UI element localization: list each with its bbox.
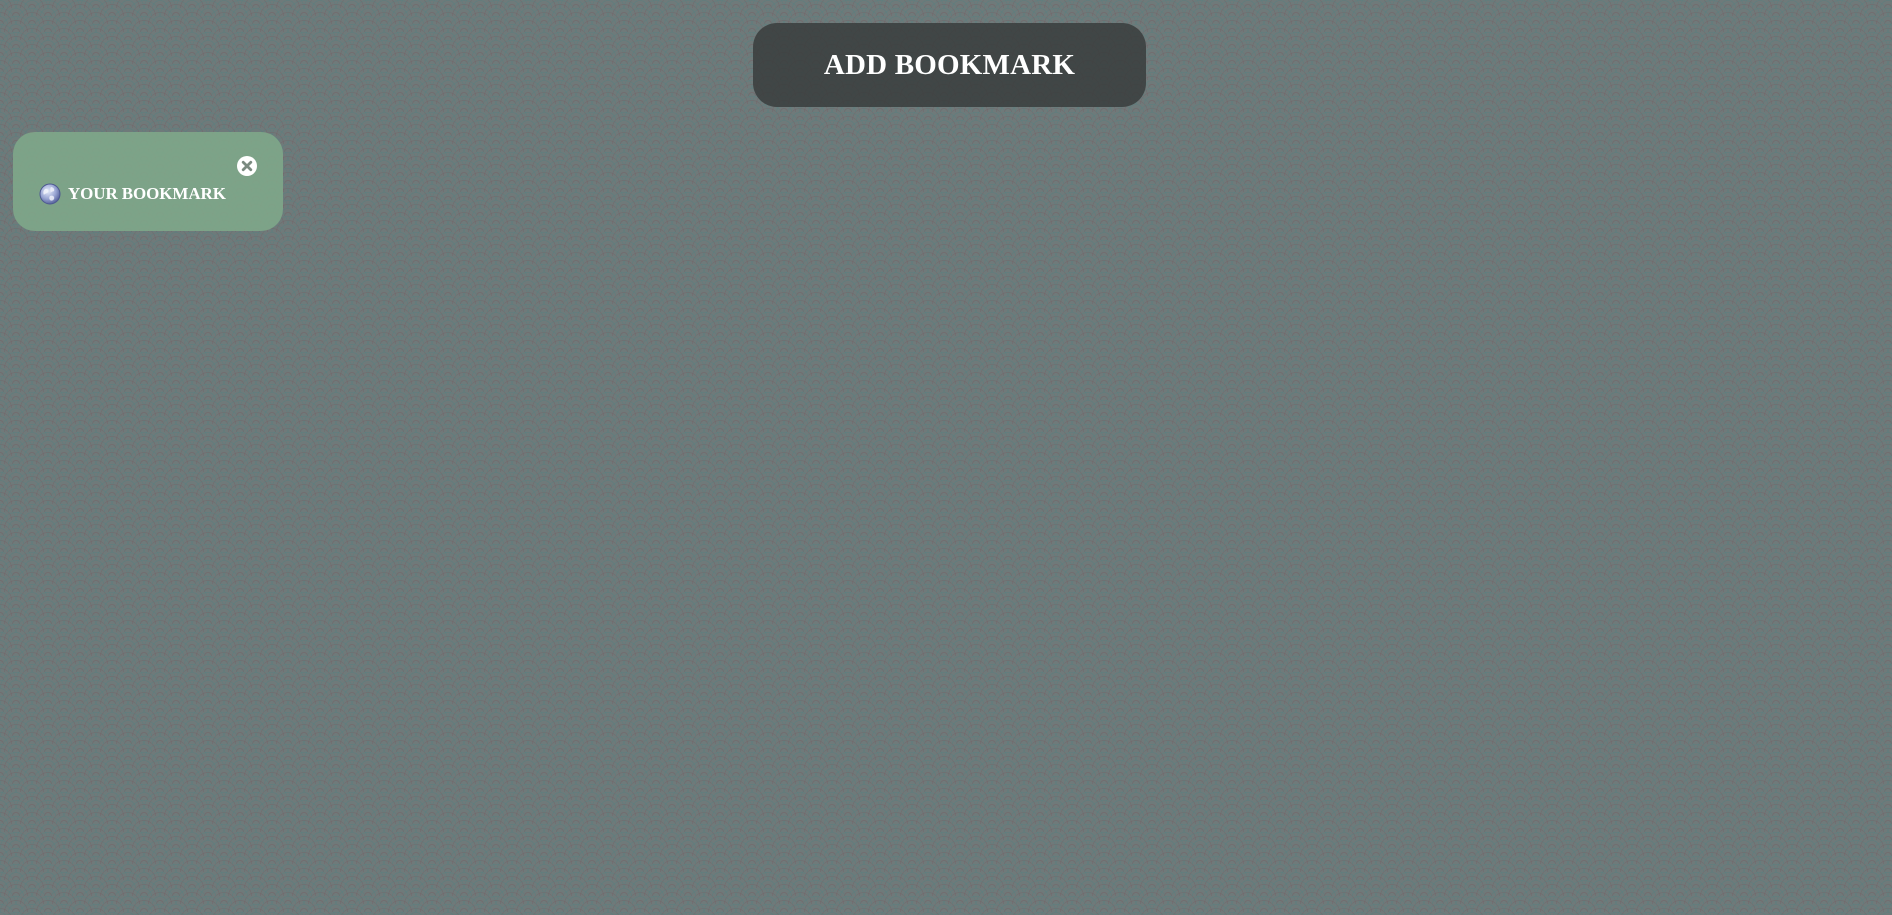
bookmark-card[interactable]: YOUR BOOKMARK [13,132,283,231]
bookmark-link[interactable]: YOUR BOOKMARK [39,183,226,205]
add-bookmark-button[interactable]: ADD BOOKMARK [753,23,1146,107]
page-background: { "header": { "add_bookmark_label": "ADD… [0,0,1892,915]
globe-icon [39,183,61,205]
bookmark-label: YOUR BOOKMARK [68,184,226,203]
close-icon[interactable] [236,155,258,177]
